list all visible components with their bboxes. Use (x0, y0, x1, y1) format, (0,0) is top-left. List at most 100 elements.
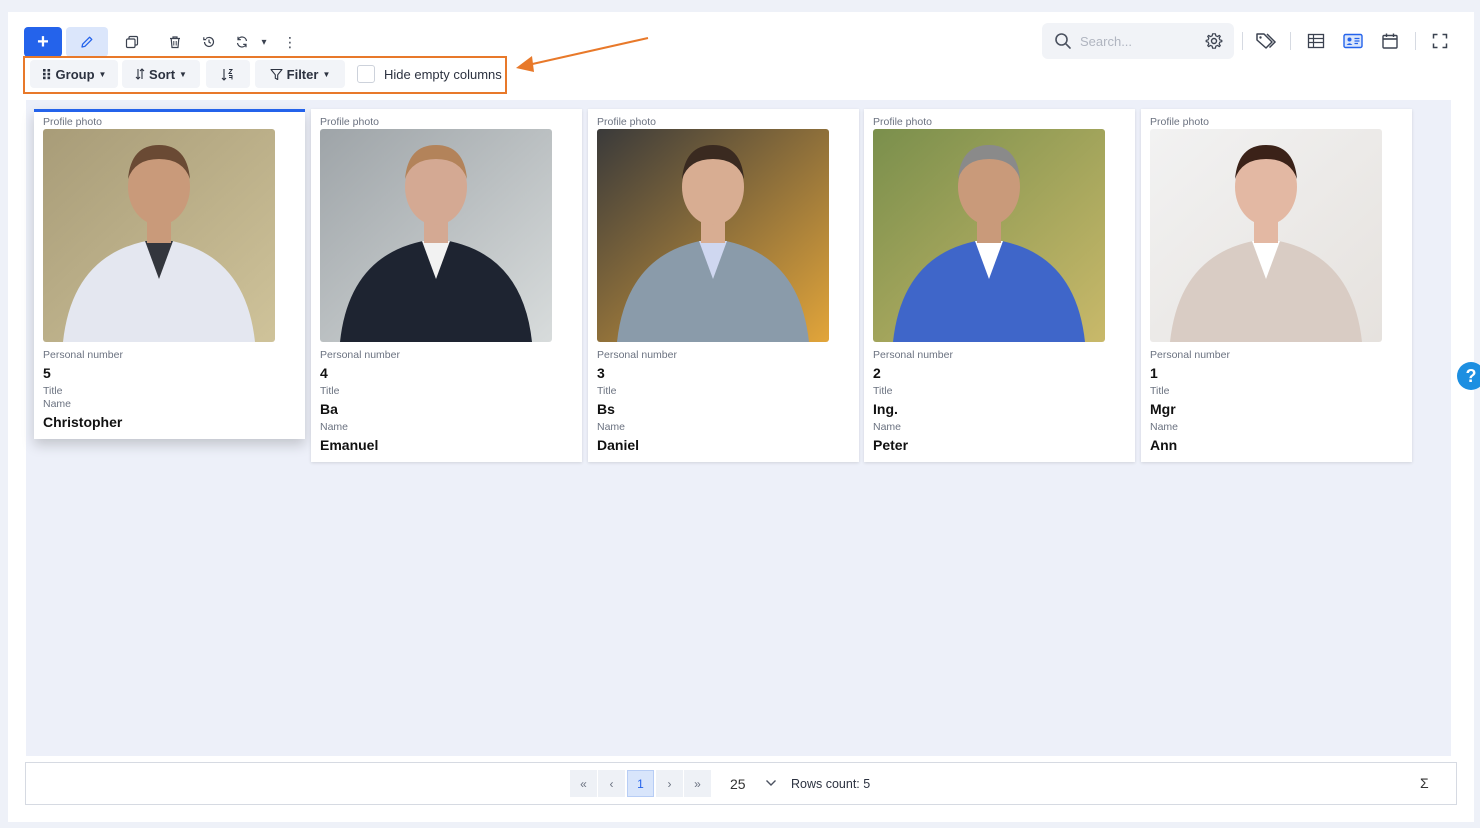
profile-photo-label: Profile photo (43, 116, 102, 128)
profile-photo (320, 129, 552, 342)
next-page-button[interactable]: › (656, 770, 683, 797)
sort-icon (135, 68, 145, 80)
title-value: Ing. (873, 401, 898, 417)
refresh-options-dropdown[interactable]: ▾ (256, 27, 272, 57)
title-value: Bs (597, 401, 615, 417)
record-card[interactable]: Profile photo Personal number 3 Title Bs Name… (588, 109, 859, 462)
name-value: Daniel (597, 437, 640, 453)
chevron-down-icon: ▼ (179, 69, 187, 79)
fullscreen-icon (1432, 33, 1448, 49)
sort-dropdown[interactable]: Sort ▼ (122, 60, 200, 88)
profile-photo-label: Profile photo (873, 116, 932, 128)
profile-photo-label: Profile photo (320, 116, 379, 128)
search-input[interactable] (1080, 32, 1200, 50)
history-button[interactable] (195, 27, 223, 57)
first-page-button[interactable]: « (570, 770, 597, 797)
prev-page-button[interactable]: ‹ (598, 770, 625, 797)
table-icon (1307, 33, 1325, 49)
calendar-view-button[interactable] (1378, 30, 1402, 52)
chevron-down-icon: ▾ (261, 36, 267, 48)
profile-photo-label: Profile photo (597, 116, 656, 128)
name-value: Peter (873, 437, 909, 453)
personal-number-label: Personal number (320, 349, 400, 361)
chevron-down-icon: ▼ (98, 69, 107, 79)
sort-label: Sort (149, 66, 176, 82)
personal-number-label: Personal number (597, 349, 677, 361)
last-page-button[interactable]: » (684, 770, 711, 797)
refresh-button[interactable] (229, 27, 255, 57)
group-label: Group (55, 66, 95, 82)
hide-empty-columns-label: Hide empty columns (384, 67, 502, 82)
filter-label: Filter (286, 66, 319, 82)
personal-number-value: 1 (1150, 365, 1158, 381)
more-options-button[interactable]: ⋮ (280, 27, 300, 57)
title-label: Title (597, 385, 617, 397)
rows-count: Rows count: 5 (791, 777, 871, 791)
history-icon (203, 36, 215, 48)
id-card-icon (1343, 33, 1363, 49)
profile-photo (1150, 129, 1382, 342)
personal-number-label: Personal number (1150, 349, 1230, 361)
name-label: Name (597, 421, 626, 433)
tag-icon (1256, 33, 1277, 49)
refresh-icon (236, 36, 248, 48)
name-label: Name (1150, 421, 1179, 433)
per-page-select[interactable]: 25 (730, 776, 746, 792)
add-record-button[interactable]: + (24, 27, 62, 57)
name-label: Name (873, 421, 902, 433)
name-label: Name (320, 421, 349, 433)
edit-button[interactable] (66, 27, 108, 57)
personal-number-value: 4 (320, 365, 328, 381)
name-value: Ann (1150, 437, 1178, 453)
page-button-current[interactable]: 1 (627, 770, 654, 797)
toolbar-divider (1415, 32, 1416, 50)
record-card[interactable]: Profile photo Personal number 5 Title Name Ch… (34, 109, 305, 439)
group-dropdown[interactable]: Group ▼ (30, 60, 118, 88)
title-label: Title (43, 385, 63, 397)
grid-dots-icon (42, 69, 50, 80)
record-card[interactable]: Profile photo Personal number 2 Title Ing. Na… (864, 109, 1135, 462)
filter-dropdown[interactable]: Filter ▼ (255, 60, 345, 88)
profile-photo-label: Profile photo (1150, 116, 1209, 128)
title-label: Title (1150, 385, 1170, 397)
delete-button[interactable] (161, 27, 189, 57)
table-view-button[interactable] (1304, 30, 1328, 52)
personal-number-value: 3 (597, 365, 605, 381)
gear-icon[interactable] (1205, 32, 1223, 50)
personal-number-label: Personal number (43, 349, 123, 361)
pencil-icon (81, 36, 93, 48)
hide-empty-columns-checkbox[interactable] (357, 65, 375, 83)
personal-number-value: 2 (873, 365, 881, 381)
record-card[interactable]: Profile photo Personal number 4 Title Ba Name… (311, 109, 582, 462)
name-value: Emanuel (320, 437, 379, 453)
profile-photo (43, 129, 275, 342)
record-card[interactable]: Profile photo Personal number 1 Title Mgr Nam… (1141, 109, 1412, 462)
copy-icon (125, 35, 139, 49)
kebab-menu-icon: ⋮ (283, 33, 297, 50)
help-button[interactable]: ? (1457, 362, 1480, 390)
chevron-down-icon[interactable] (764, 776, 778, 790)
fullscreen-button[interactable] (1428, 30, 1452, 52)
personal-number-value: 5 (43, 365, 51, 381)
name-label: Name (43, 398, 72, 410)
search-box (1042, 23, 1234, 59)
search-icon (1055, 33, 1071, 49)
tags-button[interactable] (1254, 30, 1278, 52)
sum-button[interactable]: Σ (1420, 775, 1429, 791)
title-value: Mgr (1150, 401, 1176, 417)
personal-number-label: Personal number (873, 349, 953, 361)
annotation-arrow-icon (516, 37, 649, 72)
chevron-down-icon: ▼ (322, 69, 331, 79)
profile-photo (597, 129, 829, 342)
trash-icon (170, 36, 180, 49)
name-value: Christopher (43, 414, 123, 430)
card-view-button[interactable] (1341, 30, 1365, 52)
title-label: Title (320, 385, 340, 397)
duplicate-button[interactable] (118, 27, 146, 57)
toolbar-divider (1290, 32, 1291, 50)
sort-order-button[interactable] (206, 60, 250, 88)
sort-numeric-icon (221, 68, 233, 81)
profile-photo (873, 129, 1105, 342)
filter-icon (270, 68, 283, 80)
title-label: Title (873, 385, 893, 397)
